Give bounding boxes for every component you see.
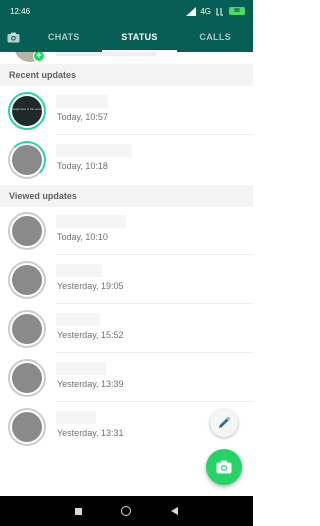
contact-name-redacted xyxy=(56,95,108,108)
status-time: Today, 10:18 xyxy=(57,161,108,171)
contact-name-redacted xyxy=(56,144,132,157)
status-row[interactable]: Yesterday, 15:52 xyxy=(0,304,253,353)
status-thumbnail xyxy=(12,265,42,295)
home-circle-icon[interactable] xyxy=(121,506,132,516)
recent-updates-header: Recent updates xyxy=(0,64,253,86)
status-row[interactable]: Happiness is the secret way Today, 10:57 xyxy=(0,86,253,135)
my-status-text-redacted xyxy=(56,52,156,56)
status-row[interactable]: Yesterday, 19:05 xyxy=(0,255,253,304)
tab-status[interactable]: STATUS xyxy=(101,22,178,52)
tab-calls-label: CALLS xyxy=(199,32,231,42)
text-status-button[interactable] xyxy=(210,409,238,437)
system-navigation-bar xyxy=(0,496,253,526)
camera-tab[interactable] xyxy=(0,22,26,52)
status-ring: Happiness is the secret way xyxy=(8,92,46,130)
clock: 12:46 xyxy=(10,6,31,16)
recent-updates-title: Recent updates xyxy=(9,70,77,80)
pencil-icon xyxy=(219,417,230,428)
contact-name-redacted xyxy=(56,362,106,375)
status-thumbnail xyxy=(12,314,42,344)
viewed-updates-header: Viewed updates xyxy=(0,185,253,207)
status-time: Yesterday, 19:05 xyxy=(57,281,124,291)
wifi-off-icon xyxy=(216,7,223,15)
battery-icon: 88 xyxy=(229,7,245,15)
camera-status-button[interactable] xyxy=(206,449,242,485)
status-time: Yesterday, 13:31 xyxy=(57,428,124,438)
contact-name-redacted xyxy=(56,313,100,326)
status-ring xyxy=(8,359,46,397)
status-time: Today, 10:57 xyxy=(57,112,108,122)
status-ring xyxy=(8,408,46,446)
app-tab-bar: CHATS STATUS CALLS xyxy=(0,22,253,52)
status-row[interactable]: Today, 10:18 xyxy=(0,135,253,184)
signal-icon xyxy=(186,6,197,16)
status-thumbnail xyxy=(12,145,42,175)
contact-name-redacted xyxy=(56,411,96,424)
add-status-icon: + xyxy=(33,52,45,62)
contact-name-redacted xyxy=(56,264,102,277)
viewed-updates-title: Viewed updates xyxy=(9,191,77,201)
back-triangle-icon[interactable] xyxy=(171,507,179,515)
status-row[interactable]: Yesterday, 13:39 xyxy=(0,353,253,402)
status-ring xyxy=(8,141,46,179)
tab-chats-label: CHATS xyxy=(47,32,80,42)
status-ring xyxy=(8,212,46,250)
contact-name-redacted xyxy=(56,215,126,228)
status-time: Yesterday, 15:52 xyxy=(57,330,124,340)
status-icons: 4G 88 xyxy=(186,6,245,16)
status-row[interactable]: Today, 10:10 xyxy=(0,206,253,255)
system-status-bar: 12:46 4G 88 xyxy=(0,0,253,22)
network-label: 4G xyxy=(200,6,211,16)
camera-icon xyxy=(216,460,232,474)
thumbnail-caption: Happiness is the secret way xyxy=(12,107,42,111)
camera-icon xyxy=(7,32,19,42)
status-thumbnail xyxy=(12,363,42,393)
status-thumbnail xyxy=(12,216,42,246)
my-status-row[interactable]: + xyxy=(0,52,253,64)
status-time: Today, 10:10 xyxy=(57,232,108,242)
tab-calls[interactable]: CALLS xyxy=(177,22,253,52)
status-thumbnail xyxy=(12,412,42,442)
battery-level: 88 xyxy=(234,8,240,14)
tab-chats[interactable]: CHATS xyxy=(26,22,102,52)
status-ring xyxy=(8,310,46,348)
status-time: Yesterday, 13:39 xyxy=(57,379,124,389)
status-ring xyxy=(8,261,46,299)
status-thumbnail xyxy=(12,96,42,126)
tab-status-label: STATUS xyxy=(121,32,158,42)
recents-square-icon[interactable] xyxy=(74,507,82,515)
